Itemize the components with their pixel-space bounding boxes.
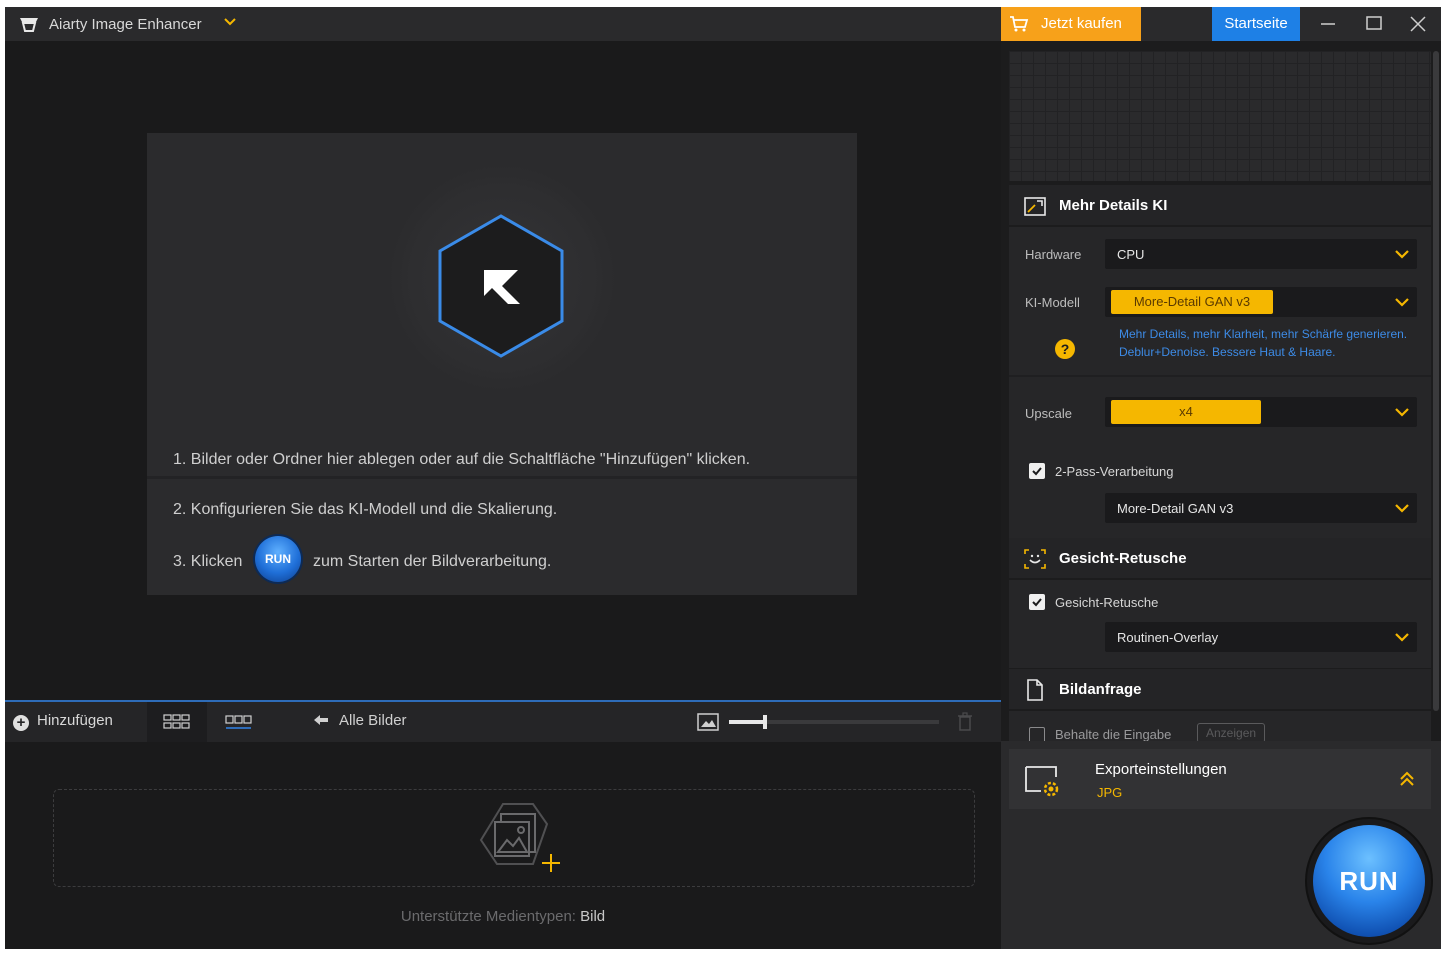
minimize-icon[interactable] [1307, 7, 1347, 41]
step-3-suffix: zum Starten der Bildverarbeitung. [313, 553, 552, 570]
strip-view-icon[interactable] [209, 702, 269, 742]
all-images-label: Alle Bilder [339, 712, 407, 729]
chevron-down-icon [1395, 408, 1409, 417]
two-pass-label: 2-Pass-Verarbeitung [1055, 464, 1174, 479]
supported-media-label: Unterstützte Medientypen: [400, 908, 576, 925]
chevron-down-icon [1395, 633, 1409, 642]
section-more-details-title: Mehr Details KI [1059, 197, 1168, 214]
run-inline-button[interactable]: RUN [255, 536, 301, 582]
app-title: Aiarty Image Enhancer [49, 16, 202, 33]
two-pass-model-select[interactable]: More-Detail GAN v3 [1105, 493, 1417, 523]
zoom-slider-handle[interactable] [762, 715, 767, 729]
trash-icon[interactable] [957, 712, 973, 732]
supported-media-text: Unterstützte Medientypen: Bild [5, 908, 1001, 925]
zoom-slider-fill [729, 720, 765, 724]
export-format: JPG [1097, 785, 1123, 800]
checkmark-icon [1032, 598, 1042, 607]
cart-icon [1010, 16, 1029, 32]
ai-model-label: KI-Modell [1025, 295, 1080, 310]
app-logo-icon [20, 18, 38, 32]
steps-divider [147, 476, 857, 479]
section-face-retouch-body: Gesicht-Retusche Routinen-Overlay [1009, 580, 1431, 668]
export-settings-toggle[interactable]: Exporteinstellungen JPG [1009, 749, 1431, 809]
preview-thumbnail [1009, 51, 1431, 181]
image-zoom-icon [697, 713, 719, 731]
section-image-request-header[interactable]: Bildanfrage [1009, 669, 1431, 709]
home-button[interactable]: Startseite [1212, 7, 1300, 41]
upscale-label: Upscale [1025, 406, 1072, 421]
section-image-request-title: Bildanfrage [1059, 681, 1142, 698]
face-retouch-checkbox[interactable] [1029, 594, 1045, 610]
face-icon [1024, 549, 1046, 569]
keep-input-label: Behalte die Eingabe [1055, 727, 1172, 742]
two-pass-model-value: More-Detail GAN v3 [1117, 501, 1234, 516]
step-2-text: 2. Konfigurieren Sie das KI-Modell und d… [173, 501, 558, 518]
image-canvas[interactable]: 1. Bilder oder Ordner hier ablegen oder … [5, 41, 1001, 701]
app-window: Aiarty Image Enhancer Jetzt kaufen Start… [5, 7, 1441, 949]
close-icon[interactable] [1397, 7, 1437, 41]
double-chevron-up-icon [1400, 771, 1414, 786]
chevron-down-icon [1395, 504, 1409, 513]
panel-scrollbar[interactable] [1433, 51, 1439, 711]
section-face-retouch-header[interactable]: Gesicht-Retusche [1009, 538, 1431, 578]
buy-now-label: Jetzt kaufen [1041, 15, 1122, 32]
back-arrow-icon [314, 715, 328, 725]
grid-view-icon[interactable] [147, 702, 207, 742]
face-retouch-label: Gesicht-Retusche [1055, 595, 1159, 610]
hardware-select[interactable]: CPU [1105, 239, 1417, 269]
buy-now-button[interactable]: Jetzt kaufen [1001, 7, 1141, 41]
section-more-details-header[interactable]: Mehr Details KI [1009, 185, 1431, 225]
help-icon[interactable]: ? [1055, 339, 1075, 359]
zoom-slider[interactable] [729, 715, 939, 729]
ai-model-value: More-Detail GAN v3 [1111, 290, 1273, 314]
show-button[interactable]: Anzeigen [1197, 723, 1266, 743]
hardware-label: Hardware [1025, 247, 1082, 262]
section-image-request-body: Behalte die Eingabe Anzeigen [1009, 711, 1431, 743]
settings-panel: Mehr Details KI Hardware CPU KI-Modell M… [1001, 41, 1441, 949]
checkmark-icon [1032, 467, 1042, 476]
maximize-icon[interactable] [1353, 7, 1393, 41]
top-right-bar: Jetzt kaufen Startseite [1001, 7, 1441, 41]
add-button-label: Hinzufügen [37, 712, 113, 729]
run-button[interactable]: RUN [1313, 825, 1425, 937]
hardware-value: CPU [1117, 247, 1145, 262]
section-more-details-body: Hardware CPU KI-Modell More-Detail GAN v… [1009, 227, 1431, 539]
all-images-link[interactable]: Alle Bilder [313, 712, 407, 729]
two-pass-checkbox[interactable] [1029, 463, 1045, 479]
enhance-icon [1024, 197, 1046, 216]
add-media-icon[interactable] [473, 800, 569, 874]
ai-model-description: Mehr Details, mehr Klarheit, mehr Schärf… [1119, 327, 1408, 359]
add-button[interactable]: + Hinzufügen [13, 712, 113, 731]
ai-model-select[interactable]: More-Detail GAN v3 [1105, 287, 1417, 317]
step-1-text: 1. Bilder oder Ordner hier ablegen oder … [173, 451, 751, 468]
upscale-select[interactable]: x4 [1105, 397, 1417, 427]
step-3-prefix: 3. Klicken [173, 553, 243, 570]
face-retouch-mode-value: Routinen-Overlay [1117, 630, 1219, 645]
export-settings-icon [1025, 766, 1059, 797]
hexagon-logo-icon [438, 214, 564, 358]
drop-zone-card[interactable]: 1. Bilder oder Ordner hier ablegen oder … [147, 133, 857, 595]
title-bar: Aiarty Image Enhancer [5, 7, 1001, 41]
chevron-down-icon [1395, 298, 1409, 307]
supported-media-value: Bild [580, 908, 606, 925]
thumbnail-toolbar: + Hinzufügen Alle Bilder [5, 700, 1001, 742]
thumbnail-drop-area[interactable]: Unterstützte Medientypen: Bild [5, 742, 1001, 949]
plus-icon: + [13, 715, 29, 731]
face-retouch-mode-select[interactable]: Routinen-Overlay [1105, 622, 1417, 652]
chevron-down-icon [1395, 250, 1409, 259]
document-icon [1027, 679, 1043, 701]
export-area: Exporteinstellungen JPG RUN [1001, 741, 1441, 949]
export-settings-title: Exporteinstellungen [1095, 761, 1227, 778]
chevron-down-icon[interactable] [223, 15, 237, 29]
section-divider [1009, 375, 1431, 377]
section-face-retouch-title: Gesicht-Retusche [1059, 550, 1187, 567]
upscale-value: x4 [1111, 400, 1261, 424]
